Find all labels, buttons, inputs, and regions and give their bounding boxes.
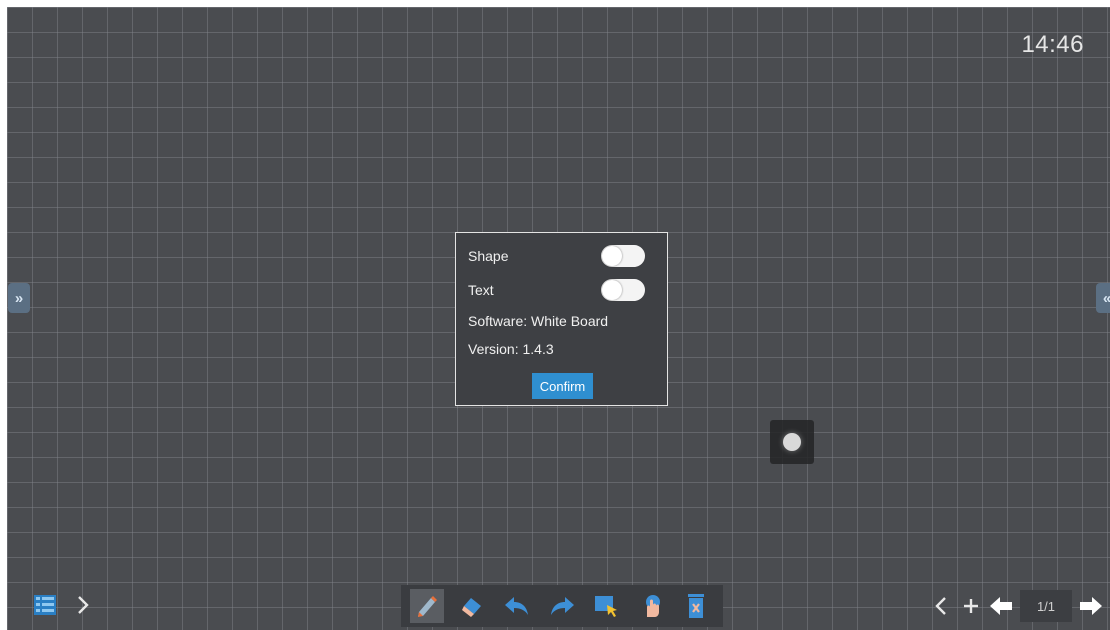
software-version: Version: 1.4.3	[468, 341, 554, 357]
bottom-left-controls	[29, 589, 99, 621]
chevron-right-icon	[78, 596, 89, 614]
page-navigation: 1/1	[926, 589, 1106, 623]
text-label: Text	[468, 282, 494, 298]
eraser-tool-button[interactable]	[455, 589, 489, 623]
redo-button[interactable]	[545, 589, 579, 623]
confirm-button[interactable]: Confirm	[532, 373, 593, 399]
floating-ball-dot	[783, 433, 801, 451]
next-page-button[interactable]	[1076, 590, 1106, 622]
pan-tool-button[interactable]	[635, 589, 669, 623]
plus-icon	[964, 599, 978, 613]
eraser-icon	[462, 598, 482, 617]
double-chevron-left-icon: «	[1103, 290, 1110, 307]
shape-toggle[interactable]	[601, 245, 645, 267]
clear-page-button[interactable]	[679, 589, 713, 623]
text-toggle[interactable]	[601, 279, 645, 301]
menu-list-icon	[34, 595, 56, 615]
text-setting-row: Text	[468, 279, 645, 301]
pen-icon	[418, 596, 438, 617]
hand-icon	[645, 595, 660, 617]
arrow-right-icon	[1080, 597, 1102, 615]
select-tool-button[interactable]	[590, 589, 624, 623]
redo-icon	[550, 597, 574, 615]
clock: 14:46	[1021, 31, 1084, 58]
undo-icon	[505, 597, 529, 615]
expand-left-tab[interactable]: »	[8, 283, 30, 313]
shape-label: Shape	[468, 248, 509, 264]
drawing-toolbar	[401, 585, 723, 627]
whiteboard-canvas[interactable]: 14:46 » « Shape Text Software: White Boa…	[7, 7, 1110, 630]
expand-right-tab[interactable]: «	[1096, 283, 1110, 313]
arrow-left-icon	[990, 597, 1012, 615]
previous-page-button[interactable]	[986, 590, 1016, 622]
toggle-knob	[602, 280, 622, 300]
double-chevron-right-icon: »	[14, 289, 24, 307]
toggle-knob	[602, 246, 622, 266]
page-indicator: 1/1	[1020, 590, 1072, 622]
software-name: Software: White Board	[468, 313, 609, 329]
shape-setting-row: Shape	[468, 245, 645, 267]
add-page-button[interactable]	[956, 590, 986, 622]
chevron-left-icon	[935, 597, 946, 615]
settings-dialog: Shape Text Software: White Board Version…	[455, 232, 668, 406]
expand-menu-button[interactable]	[67, 589, 99, 621]
trash-icon	[688, 594, 705, 618]
menu-list-button[interactable]	[29, 589, 61, 621]
pen-tool-button[interactable]	[410, 589, 445, 623]
collapse-pager-button[interactable]	[926, 590, 956, 622]
floating-ball-button[interactable]	[770, 420, 814, 464]
select-icon	[594, 596, 617, 617]
undo-button[interactable]	[500, 589, 534, 623]
